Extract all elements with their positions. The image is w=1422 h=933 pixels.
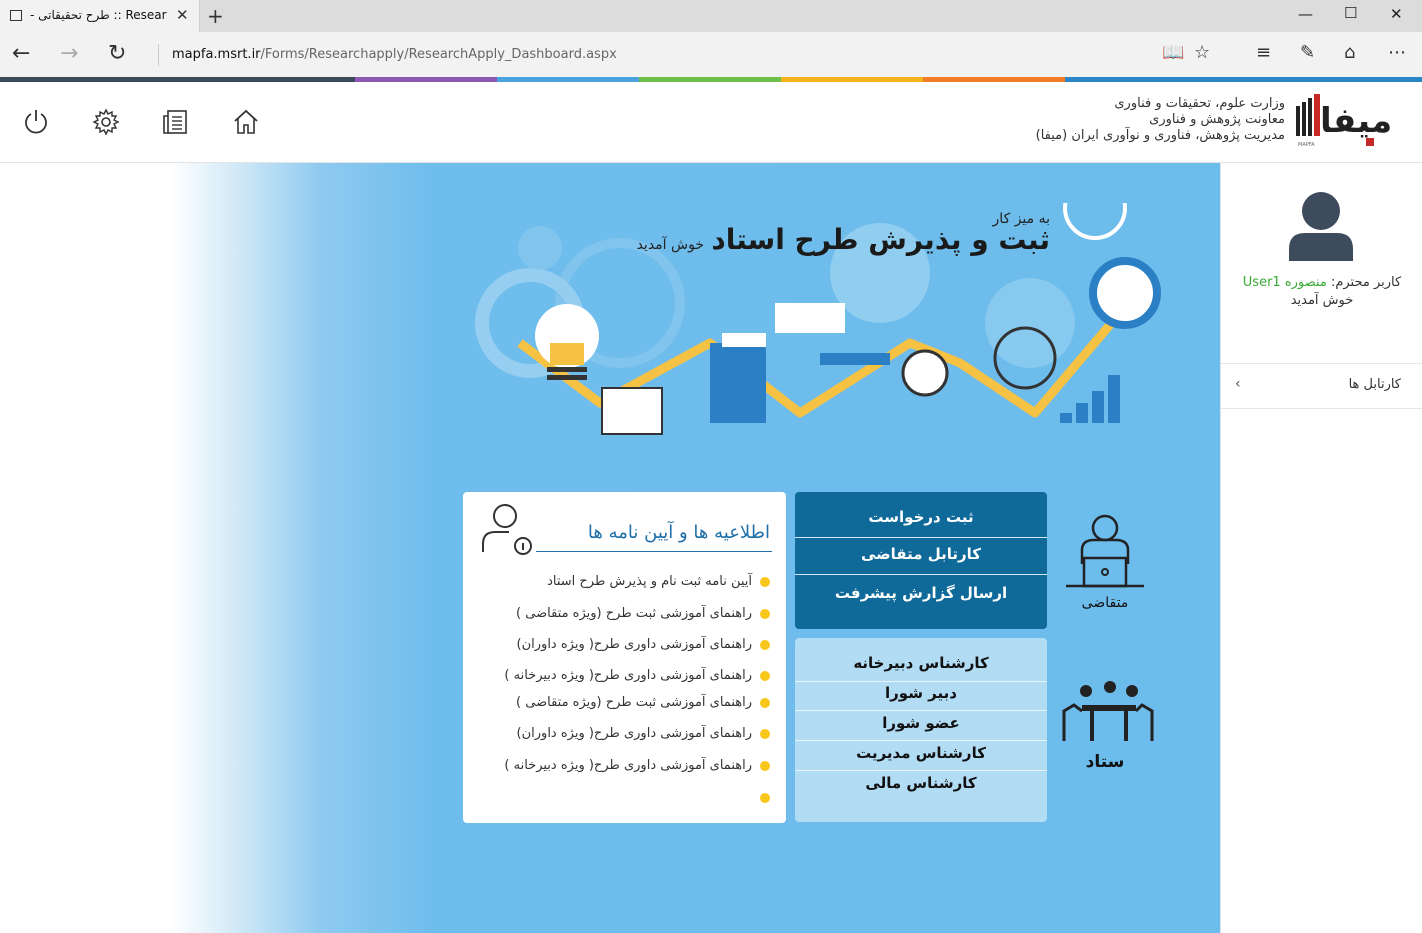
notice-text: راهنمای آموزشی داوری طرح( ویژه داوران)	[516, 726, 752, 741]
notice-item[interactable]: راهنمای آموزشی ثبت طرح (ویژه متقاضی )	[516, 695, 770, 710]
url-path: /Forms/Researchapply/ResearchApply_Dashb…	[260, 47, 617, 62]
web-note-icon[interactable]: ✎	[1300, 42, 1315, 63]
org-line-management: مدیریت پژوهش، فناوری و نوآوری ایران (میف…	[1035, 128, 1285, 143]
url-field[interactable]: mapfa.msrt.ir/Forms/Researchapply/Resear…	[158, 44, 858, 66]
mapfa-logo: میفا MAPFA	[1296, 94, 1392, 148]
organization-text: وزارت علوم، تحقیقات و فناوری معاونت پژوه…	[1036, 96, 1285, 144]
applicant-cartable-link[interactable]: کارتابل متقاضی	[795, 545, 1047, 563]
notice-text: راهنمای آموزشی داوری طرح( ویژه دبیرخانه …	[504, 758, 752, 773]
bullet-dot	[760, 760, 770, 771]
council-secretary-link[interactable]: دبیر شورا	[795, 684, 1047, 702]
notices-divider	[536, 551, 772, 552]
notice-text: آیین نامه ثبت نام و پذیرش طرح استاد	[547, 574, 752, 589]
logo-sub: MAPFA	[1298, 142, 1315, 148]
bullet-dot	[760, 576, 770, 587]
progress-report-link[interactable]: ارسال گزارش پیشرفت	[795, 584, 1047, 602]
notice-item[interactable]: آیین نامه ثبت نام و پذیرش طرح استاد	[547, 574, 770, 589]
favorite-star-icon[interactable]: ☆	[1194, 42, 1210, 63]
tab-title: Resear :: طرح تحقیقاتی -	[30, 8, 167, 22]
management-expert-link[interactable]: کارشناس مدیریت	[795, 744, 1047, 762]
user-greeting: کاربر محترم: منصوره User1	[1221, 275, 1422, 290]
notices-panel: اطلاعیه ها و آیین نامه ها آیین نامه ثبت …	[463, 492, 786, 823]
notice-item[interactable]: راهنمای آموزشی ثبت طرح (ویژه متقاضی )	[516, 606, 770, 621]
refresh-icon[interactable]: ↻	[108, 41, 126, 66]
reading-view-icon[interactable]: 📖	[1162, 42, 1184, 63]
url-domain: mapfa.msrt.ir	[172, 47, 261, 62]
cartables-label: کارتابل ها	[1348, 377, 1401, 392]
dashboard-main: به میز کار ثبت و پذیرش طرح استاد خوش آمد…	[0, 163, 1220, 933]
bullet-dot	[760, 793, 770, 803]
council-member-link[interactable]: عضو شورا	[795, 714, 1047, 732]
bullet-dot	[760, 608, 770, 619]
notice-text: راهنمای آموزشی داوری طرح( ویژه داوران)	[516, 637, 752, 652]
menu-divider	[795, 681, 1047, 682]
back-arrow-icon[interactable]: ←	[12, 41, 30, 66]
user-avatar-icon	[1289, 192, 1353, 261]
forward-arrow-icon[interactable]: →	[60, 41, 78, 66]
browser-tab-bar: Resear :: طرح تحقیقاتی - ✕ + — ☐ ✕	[0, 0, 1422, 32]
staff-meeting-icon	[1062, 681, 1154, 741]
logo-text: میفا	[1320, 101, 1392, 141]
hero-welcome: خوش آمدید	[636, 237, 704, 253]
bullet-dot	[760, 728, 770, 739]
user-info-icon	[482, 504, 532, 555]
browser-tab[interactable]: Resear :: طرح تحقیقاتی - ✕	[0, 0, 200, 32]
staff-label: ستاد	[1085, 752, 1125, 772]
page-icon	[10, 10, 22, 21]
staff-menu: کارشناس دبیرخانه دبیر شورا عضو شورا کارش…	[795, 638, 1047, 822]
applicant-label: متقاضی	[1081, 595, 1129, 611]
share-icon[interactable]: ⌂	[1344, 42, 1355, 63]
home-icon[interactable]	[232, 108, 260, 136]
notice-text: راهنمای آموزشی ثبت طرح (ویژه متقاضی )	[516, 695, 752, 710]
news-icon[interactable]	[162, 108, 190, 136]
hub-icon[interactable]: ≡	[1256, 42, 1271, 63]
notice-item[interactable]: راهنمای آموزشی داوری طرح( ویژه دبیرخانه …	[504, 668, 770, 683]
sidebar-item-cartables[interactable]: کارتابل ها ‹	[1221, 363, 1422, 409]
site-header: وزارت علوم، تحقیقات و فناوری معاونت پژوه…	[0, 82, 1422, 163]
bullet-dot	[760, 639, 770, 650]
settings-gear-icon[interactable]	[92, 108, 120, 136]
applicant-person-icon	[1066, 514, 1144, 588]
maximize-icon[interactable]: ☐	[1344, 4, 1357, 22]
org-line-deputy: معاونت پژوهش و فناوری	[1149, 112, 1285, 127]
applicant-menu: ثبت درخواست کارتابل متقاضی ارسال گزارش پ…	[795, 492, 1047, 629]
notices-title: اطلاعیه ها و آیین نامه ها	[587, 522, 770, 543]
bullet-dot	[760, 697, 770, 708]
close-tab-icon[interactable]: ✕	[176, 6, 189, 24]
greeting-prefix: کاربر محترم:	[1330, 275, 1402, 290]
submit-request-link[interactable]: ثبت درخواست	[795, 508, 1047, 526]
menu-divider	[795, 574, 1047, 575]
org-line-ministry: وزارت علوم، تحقیقات و فناوری	[1114, 96, 1285, 111]
minimize-icon[interactable]: —	[1298, 5, 1313, 23]
new-tab-button[interactable]: +	[207, 4, 224, 28]
notice-item[interactable]: راهنمای آموزشی داوری طرح( ویژه دبیرخانه …	[504, 758, 770, 773]
notice-text: راهنمای آموزشی داوری طرح( ویژه دبیرخانه …	[504, 668, 752, 683]
close-window-icon[interactable]: ✕	[1390, 5, 1403, 23]
menu-divider	[795, 710, 1047, 711]
bullet-dot	[760, 670, 770, 681]
notice-item[interactable]: راهنمای آموزشی داوری طرح( ویژه داوران)	[517, 637, 770, 652]
more-icon[interactable]: ⋯	[1388, 42, 1406, 63]
notice-item[interactable]: راهنمای آموزشی داوری طرح( ویژه داوران)	[517, 726, 770, 741]
greeting-welcome: خوش آمدید	[1290, 293, 1354, 308]
sidebar: کاربر محترم: منصوره User1 خوش آمدید کارت…	[1220, 163, 1422, 933]
notice-text: راهنمای آموزشی ثبت طرح (ویژه متقاضی )	[516, 606, 752, 621]
finance-expert-link[interactable]: کارشناس مالی	[795, 774, 1047, 792]
chevron-left-icon: ‹	[1235, 376, 1241, 392]
username: منصوره User1	[1242, 275, 1327, 290]
secretariat-expert-link[interactable]: کارشناس دبیرخانه	[795, 654, 1047, 672]
menu-divider	[795, 740, 1047, 741]
menu-divider	[795, 537, 1047, 538]
menu-divider	[795, 770, 1047, 771]
address-bar: ← → ↻ mapfa.msrt.ir/Forms/Researchapply/…	[0, 32, 1422, 78]
power-icon[interactable]	[22, 108, 50, 136]
